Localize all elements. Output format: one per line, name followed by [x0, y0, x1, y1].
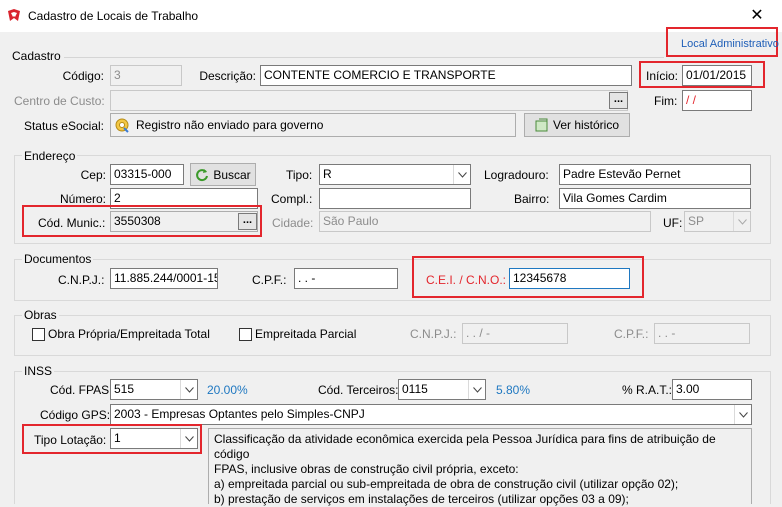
inicio-input[interactable]: 01/01/2015: [682, 65, 752, 86]
centro-custo-label: Centro de Custo:: [14, 94, 105, 108]
centro-custo-lookup-button[interactable]: ...: [609, 92, 628, 109]
terceiros-select[interactable]: 0115: [398, 379, 486, 400]
obra-propria-label: Obra Própria/Empreitada Total: [48, 327, 210, 341]
bairro-label: Bairro:: [514, 192, 550, 206]
history-icon: [535, 118, 548, 132]
fim-label: Fim:: [654, 94, 678, 108]
buscar-button[interactable]: Buscar: [190, 163, 256, 186]
tipo-lotacao-select[interactable]: 1: [110, 428, 198, 449]
ver-historico-label: Ver histórico: [552, 118, 620, 132]
tipo-value: R: [323, 167, 332, 181]
fpas-percent: 20.00%: [207, 383, 248, 397]
lotacao-info-box: Classificação da atividade econômica exe…: [208, 428, 752, 506]
app-logo-icon: [8, 9, 20, 21]
fpas-value: 515: [114, 382, 135, 396]
tipo-select[interactable]: R: [319, 164, 471, 185]
bairro-input[interactable]: Vila Gomes Cardim: [559, 188, 751, 209]
fim-input[interactable]: / /: [682, 90, 752, 111]
cod-munic-input[interactable]: 3550308: [110, 211, 258, 232]
logradouro-label: Logradouro:: [484, 168, 549, 182]
empreitada-parcial-checkbox[interactable]: [239, 328, 252, 341]
info-line: a) empreitada parcial ou sub-empreitada …: [214, 477, 679, 491]
status-esocial-label: Status eSocial:: [23, 119, 104, 133]
gps-label: Código GPS:: [40, 408, 111, 422]
title-bar: Cadastro de Locais de Trabalho ✕: [0, 0, 782, 32]
centro-custo-input[interactable]: [110, 90, 628, 111]
uf-label: UF:: [663, 216, 683, 230]
logradouro-input[interactable]: Padre Estevão Pernet: [559, 164, 751, 185]
rat-label: % R.A.T.:: [622, 383, 673, 397]
compl-label: Compl.:: [271, 192, 313, 206]
section-endereco: Endereço: [22, 149, 78, 163]
obras-cpf-input[interactable]: . . -: [654, 323, 750, 344]
status-esocial-value: Registro não enviado para governo: [136, 117, 324, 132]
obras-cnpj-label: C.N.P.J.:: [410, 327, 457, 341]
chevron-down-icon: [468, 380, 485, 399]
cidade-label: Cidade:: [272, 216, 314, 230]
uf-select[interactable]: SP: [684, 211, 751, 232]
section-divider: [64, 57, 664, 58]
local-administrativo-link[interactable]: Local Administrativo: [681, 38, 779, 50]
buscar-label: Buscar: [213, 167, 251, 182]
obras-cpf-label: C.P.F.:: [614, 327, 649, 341]
chevron-down-icon: [180, 380, 197, 399]
chevron-down-icon: [180, 429, 197, 448]
tipo-label: Tipo:: [286, 168, 313, 182]
section-inss: INSS: [22, 364, 55, 378]
tipo-lotacao-value: 1: [114, 431, 121, 445]
cod-munic-label: Cód. Munic.:: [38, 216, 106, 230]
info-line: Classificação da atividade econômica exe…: [214, 432, 716, 461]
cidade-input[interactable]: São Paulo: [319, 211, 651, 232]
cei-label: C.E.I. / C.N.O.:: [426, 273, 507, 287]
obra-propria-checkbox[interactable]: [32, 328, 45, 341]
obras-cnpj-input[interactable]: . . / -: [462, 323, 568, 344]
uf-value: SP: [688, 214, 705, 228]
section-cadastro: Cadastro: [12, 49, 61, 63]
doc-cnpj-input[interactable]: 11.885.244/0001-15: [110, 268, 218, 289]
tipo-lotacao-label: Tipo Lotação:: [34, 433, 107, 447]
cod-munic-lookup-button[interactable]: ...: [238, 213, 257, 230]
compl-input[interactable]: [319, 188, 471, 209]
chevron-down-icon: [733, 212, 750, 231]
codigo-label: Código:: [62, 69, 104, 83]
chevron-down-icon: [453, 165, 470, 184]
ver-historico-button[interactable]: Ver histórico: [524, 113, 630, 137]
close-button[interactable]: ✕: [740, 4, 774, 28]
empreitada-parcial-label: Empreitada Parcial: [255, 327, 357, 341]
doc-cpf-input[interactable]: . . -: [294, 268, 398, 289]
fpas-label: Cód. FPAS:: [50, 383, 113, 397]
status-esocial-field: Registro não enviado para governo: [110, 113, 516, 137]
rat-input[interactable]: 3.00: [672, 379, 752, 400]
gps-select[interactable]: 2003 - Empresas Optantes pelo Simples-CN…: [110, 404, 752, 425]
descricao-input[interactable]: CONTENTE COMERCIO E TRANSPORTE: [260, 65, 632, 86]
inicio-label: Início:: [646, 69, 679, 83]
terceiros-percent: 5.80%: [496, 383, 531, 397]
terceiros-value: 0115: [402, 382, 428, 396]
cep-input[interactable]: 03315-000: [110, 164, 184, 185]
fpas-select[interactable]: 515: [110, 379, 198, 400]
numero-label: Número:: [59, 192, 106, 206]
info-line: FPAS, inclusive obras de construção civi…: [214, 462, 519, 476]
info-line: b) prestação de serviços em instalações …: [214, 492, 629, 506]
gps-value: 2003 - Empresas Optantes pelo Simples-CN…: [114, 407, 365, 421]
refresh-icon: [196, 168, 209, 181]
section-documentos: Documentos: [22, 252, 94, 266]
doc-cpf-label: C.P.F.:: [252, 273, 287, 287]
descricao-label: Descrição:: [199, 69, 256, 83]
window-title: Cadastro de Locais de Trabalho: [28, 9, 199, 23]
cei-input[interactable]: 12345678: [509, 268, 630, 289]
status-gear-icon: [115, 118, 129, 133]
doc-cnpj-label: C.N.P.J.:: [58, 273, 105, 287]
chevron-down-icon: [734, 405, 751, 424]
section-obras: Obras: [22, 308, 59, 322]
codigo-input[interactable]: 3: [110, 65, 182, 86]
terceiros-label: Cód. Terceiros:: [318, 383, 399, 397]
cep-label: Cep:: [80, 168, 106, 182]
